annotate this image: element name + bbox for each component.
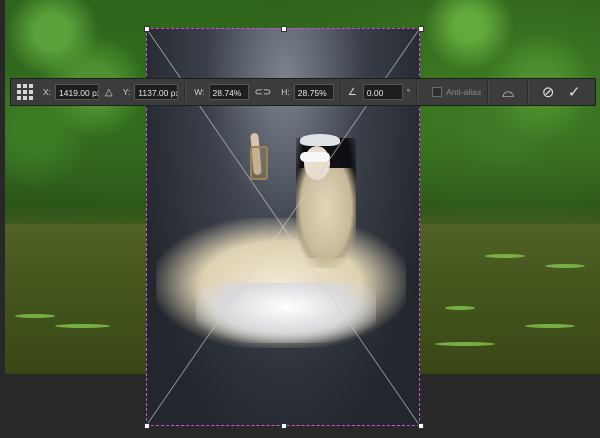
anti-alias-checkbox[interactable] — [432, 87, 443, 97]
y-position-input[interactable]: 1137.00 px — [134, 84, 179, 100]
degree-symbol: ° — [406, 87, 411, 97]
warp-mode-icon[interactable]: ⌓ — [495, 84, 521, 101]
transform-handle-bottom-left[interactable] — [144, 423, 150, 429]
transform-handle-bottom-right[interactable] — [418, 423, 424, 429]
reference-point-grid-icon[interactable] — [17, 84, 33, 100]
relative-position-triangle-icon[interactable]: △ — [105, 87, 113, 98]
angle-icon: ∠ — [347, 86, 357, 98]
commit-transform-checkmark-icon[interactable]: ✓ — [561, 83, 587, 101]
transform-handle-bottom-center[interactable] — [281, 423, 287, 429]
height-percent-input[interactable]: 28.75% — [293, 84, 334, 100]
width-percent-input[interactable]: 28.74% — [208, 84, 249, 100]
separator — [487, 82, 490, 102]
transform-handle-top-center[interactable] — [281, 26, 287, 32]
w-label: W: — [194, 87, 205, 97]
x-label: X: — [43, 87, 52, 97]
document-canvas[interactable] — [0, 0, 600, 438]
transform-handle-top-left[interactable] — [144, 26, 150, 32]
separator — [184, 82, 187, 102]
free-transform-options-bar: X: 1419.00 px △ Y: 1137.00 px W: 28.74% … — [10, 78, 596, 106]
separator — [339, 82, 342, 102]
separator — [527, 82, 530, 102]
chain-link-icon[interactable]: ⊂⊃ — [255, 87, 272, 98]
transform-handle-top-right[interactable] — [418, 26, 424, 32]
anti-alias-label: Anti-alias — [446, 87, 482, 97]
separator — [416, 82, 419, 102]
y-label: Y: — [122, 87, 131, 97]
h-label: H: — [281, 87, 290, 97]
rotation-angle-input[interactable]: 0.00 — [362, 84, 403, 100]
x-position-input[interactable]: 1419.00 px — [55, 84, 100, 100]
cancel-transform-icon[interactable]: ⊘ — [535, 83, 561, 101]
